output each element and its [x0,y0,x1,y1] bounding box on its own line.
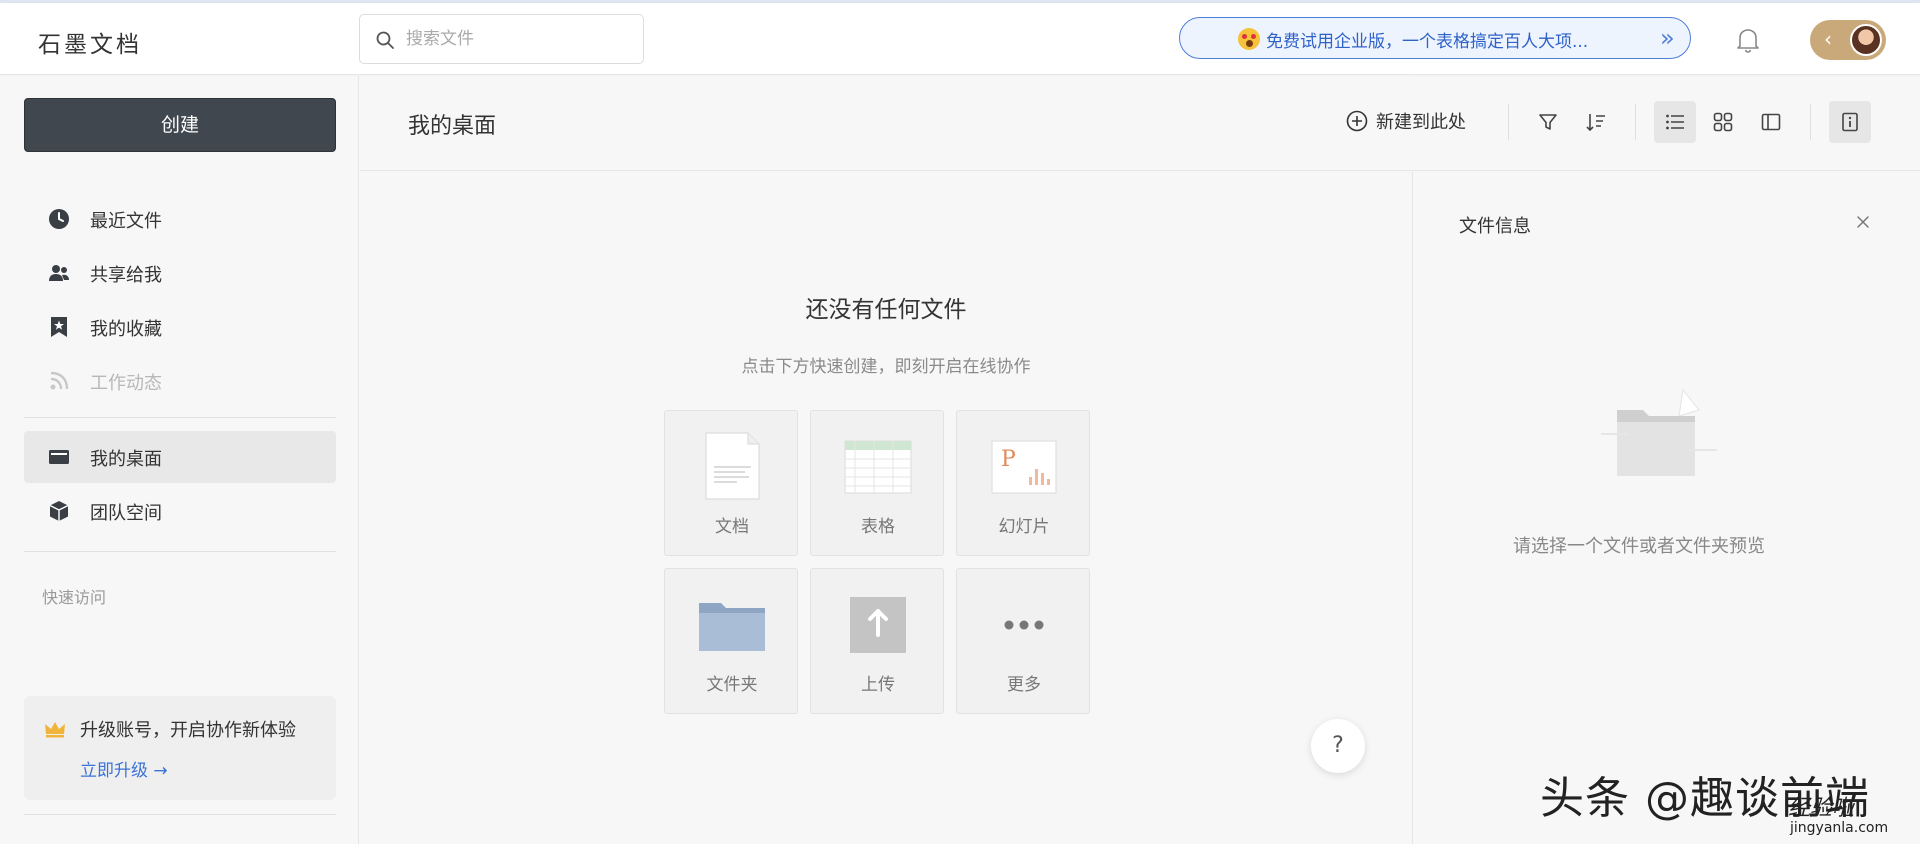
upgrade-title: 升级账号，开启协作新体验 [80,720,296,741]
file-info-toggle-button[interactable] [1829,101,1871,143]
sidebar-item-recent[interactable]: 最近文件 [24,193,336,245]
create-folder-tile[interactable]: 文件夹 [664,568,798,714]
list-view-button[interactable] [1654,101,1696,143]
page-title: 我的桌面 [408,114,497,139]
sort-icon [1586,114,1605,132]
search-input[interactable] [406,27,626,51]
rss-icon [50,371,69,390]
watermark-sub: 经验啦 [1788,796,1855,821]
search-icon [376,31,394,49]
tile-label: 表格 [861,517,895,537]
svg-text:P: P [1001,447,1016,472]
clock-icon [49,209,69,229]
new-here-label: 新建到此处 [1376,112,1466,133]
search-box[interactable] [359,14,644,64]
toolbar-divider [1635,104,1636,140]
avatar [1850,24,1882,56]
cube-icon [49,501,69,521]
list-view-icon [1666,114,1684,130]
file-info-panel: 文件信息 请选择一个文件或者文件夹预览 [1412,172,1920,844]
file-info-empty-text: 请选择一个文件或者文件夹预览 [1513,536,1765,557]
close-icon[interactable] [1849,208,1877,236]
grid-view-icon [1713,112,1733,132]
sidebar-item-label: 共享给我 [90,265,162,286]
empty-folder-illustration-icon [1601,388,1717,476]
create-slides-tile[interactable]: P 幻灯片 [956,410,1090,556]
info-panel-icon [1842,112,1858,132]
plus-circle-icon [1346,110,1368,132]
sidebar-item-favorites[interactable]: 我的收藏 [24,301,336,353]
divider [24,551,336,552]
document-icon [705,432,760,500]
upgrade-now-link[interactable]: 立即升级 → [80,756,168,781]
main-content: 我的桌面 新建到此处 还没有任何文件 点击下方快速创建，即刻开启在线协作 文档 … [360,76,1920,844]
users-icon [49,265,69,281]
notification-bell-icon[interactable] [1736,27,1760,57]
top-header: 石墨文档 免费试用企业版，一个表格搞定百人大项... » ‹ [0,3,1920,75]
sidebar-item-team[interactable]: 团队空间 [24,485,336,537]
sort-button[interactable] [1575,101,1617,143]
file-info-title: 文件信息 [1459,216,1531,237]
tile-label: 文件夹 [706,675,758,695]
bookmark-star-icon [51,317,67,337]
split-panel-icon [1761,113,1781,131]
quick-access-heading: 快速访问 [42,588,107,607]
slides-icon: P [991,440,1057,494]
toolbar-divider [1810,104,1811,140]
sidebar-item-label: 最近文件 [90,211,162,232]
folder-icon [699,603,765,651]
tile-label: 更多 [1007,675,1041,695]
sidebar-view-button[interactable] [1750,101,1792,143]
tile-label: 上传 [861,675,895,695]
tile-label: 文档 [715,517,749,537]
empty-state-title: 还没有任何文件 [805,297,967,323]
more-options-tile[interactable]: 更多 [956,568,1090,714]
filter-icon [1539,114,1557,130]
double-chevron-right-icon: » [1660,24,1675,52]
chevron-left-icon: ‹ [1824,27,1832,51]
crown-icon [45,722,65,738]
upload-tile[interactable]: 上传 [810,568,944,714]
create-button[interactable]: 创建 [24,98,336,152]
create-document-tile[interactable]: 文档 [664,410,798,556]
desktop-icon [49,450,69,464]
tile-label: 幻灯片 [998,517,1050,537]
help-button[interactable]: ? [1311,719,1365,773]
toolbar: 我的桌面 新建到此处 [360,76,1920,171]
grid-view-button[interactable] [1702,101,1744,143]
upgrade-card: 升级账号，开启协作新体验 立即升级 → [24,696,336,800]
sidebar-item-desktop[interactable]: 我的桌面 [24,431,336,483]
promo-banner[interactable]: 免费试用企业版，一个表格搞定百人大项... » [1179,17,1691,59]
user-menu[interactable]: ‹ [1810,20,1886,60]
app-logo[interactable]: 石墨文档 [38,25,142,59]
empty-state-subtitle: 点击下方快速创建，即刻开启在线协作 [741,357,1031,377]
sidebar-item-shared[interactable]: 共享给我 [24,247,336,299]
watermark-url: jingyanla.com [1790,820,1889,836]
divider [24,814,336,815]
toolbar-divider [1508,104,1509,140]
filter-button[interactable] [1527,101,1569,143]
create-spreadsheet-tile[interactable]: 表格 [810,410,944,556]
sidebar-item-label: 团队空间 [90,503,162,524]
sidebar-item-label: 我的桌面 [90,449,162,470]
divider [24,417,336,418]
sidebar-item-activity[interactable]: 工作动态 [24,355,336,407]
promo-text: 免费试用企业版，一个表格搞定百人大项... [1266,32,1589,52]
sidebar-item-label: 我的收藏 [90,319,162,340]
sidebar: 创建 最近文件 共享给我 我的收藏 工作动态 我的桌面 团队空间 快速访问 升级… [0,76,359,844]
sidebar-item-label: 工作动态 [90,373,162,394]
upload-icon [850,597,906,653]
star-eyes-emoji-icon [1238,28,1260,50]
spreadsheet-icon [844,440,912,494]
more-icon [1004,620,1044,630]
